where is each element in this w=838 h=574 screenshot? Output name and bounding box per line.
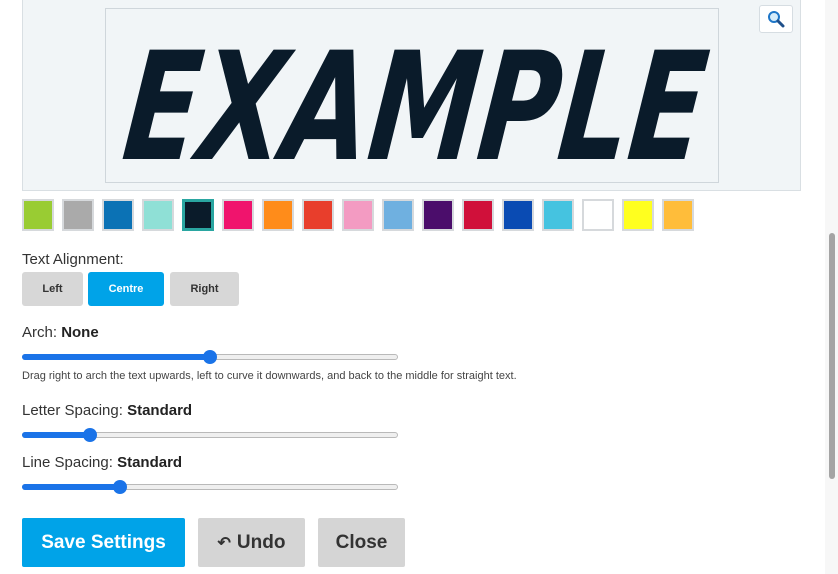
line-spacing-value: Standard xyxy=(117,454,183,471)
undo-button-label: Undo xyxy=(236,531,286,553)
letter-spacing-value: Standard xyxy=(127,402,193,419)
arch-label: Arch: None xyxy=(22,324,99,341)
color-swatch[interactable] xyxy=(622,199,654,231)
arch-slider[interactable] xyxy=(22,349,398,365)
letter-spacing-label-text: Letter Spacing: xyxy=(22,402,123,419)
align-right-button[interactable]: Right xyxy=(170,272,239,306)
color-swatch[interactable] xyxy=(182,199,214,231)
align-centre-button[interactable]: Centre xyxy=(88,272,164,306)
color-swatch[interactable] xyxy=(462,199,494,231)
undo-button[interactable]: ↶ Undo xyxy=(198,518,305,567)
align-left-button[interactable]: Left xyxy=(22,272,83,306)
arch-label-text: Arch: xyxy=(22,324,58,341)
color-swatch[interactable] xyxy=(582,199,614,231)
color-swatch[interactable] xyxy=(302,199,334,231)
letter-spacing-slider-thumb[interactable] xyxy=(82,428,97,442)
color-swatch[interactable] xyxy=(342,199,374,231)
text-preview-panel: EXAMPLE xyxy=(22,0,801,191)
line-spacing-slider[interactable] xyxy=(22,479,398,495)
line-spacing-slider-fill xyxy=(22,484,120,490)
color-swatch[interactable] xyxy=(142,199,174,231)
line-spacing-slider-thumb[interactable] xyxy=(112,480,127,494)
letter-spacing-slider[interactable] xyxy=(22,427,398,443)
text-preview-canvas: EXAMPLE xyxy=(105,8,719,183)
save-settings-button[interactable]: Save Settings xyxy=(22,518,185,567)
color-swatch[interactable] xyxy=(22,199,54,231)
zoom-button[interactable] xyxy=(759,5,793,33)
letter-spacing-slider-fill xyxy=(22,432,90,438)
color-swatch-row xyxy=(22,199,702,233)
preview-text-graphic: EXAMPLE xyxy=(116,20,714,182)
color-swatch[interactable] xyxy=(662,199,694,231)
color-swatch[interactable] xyxy=(382,199,414,231)
color-swatch[interactable] xyxy=(422,199,454,231)
line-spacing-label: Line Spacing: Standard xyxy=(22,454,182,471)
color-swatch[interactable] xyxy=(62,199,94,231)
page-scrollbar-thumb[interactable] xyxy=(829,233,835,479)
color-swatch[interactable] xyxy=(502,199,534,231)
magnifier-icon xyxy=(768,11,785,28)
preview-text: EXAMPLE xyxy=(116,20,714,182)
undo-arrow-icon: ↶ xyxy=(217,534,231,552)
color-swatch[interactable] xyxy=(102,199,134,231)
arch-value: None xyxy=(61,324,99,341)
color-swatch[interactable] xyxy=(262,199,294,231)
letter-spacing-label: Letter Spacing: Standard xyxy=(22,402,192,419)
arch-hint: Drag right to arch the text upwards, lef… xyxy=(22,370,517,382)
color-swatch[interactable] xyxy=(542,199,574,231)
line-spacing-label-text: Line Spacing: xyxy=(22,454,113,471)
close-button[interactable]: Close xyxy=(318,518,405,567)
text-alignment-label: Text Alignment: xyxy=(22,251,124,268)
page-scrollbar[interactable] xyxy=(825,0,838,574)
color-swatch[interactable] xyxy=(222,199,254,231)
arch-slider-fill xyxy=(22,354,210,360)
arch-slider-thumb[interactable] xyxy=(203,350,217,364)
